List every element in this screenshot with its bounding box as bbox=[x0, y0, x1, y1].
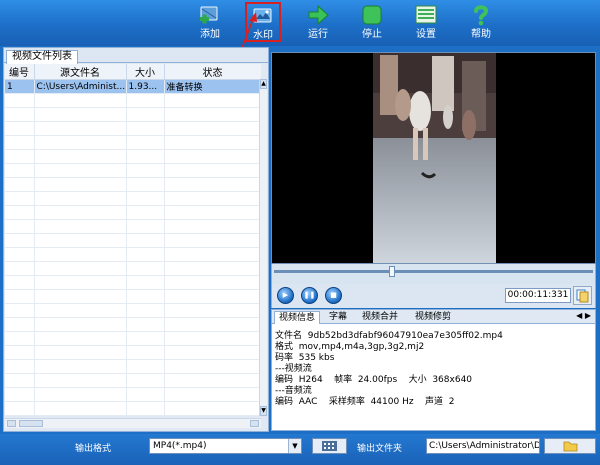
video-preview bbox=[271, 52, 596, 264]
seek-handle[interactable] bbox=[389, 266, 396, 277]
scroll-up-icon[interactable]: ▲ bbox=[260, 79, 267, 89]
snapshot-button[interactable] bbox=[573, 286, 592, 305]
bitrate-label: 码率 bbox=[275, 353, 294, 363]
empty-row bbox=[5, 149, 261, 164]
video-info-text: 文件名 9db52bd3dfabf96047910ea7e305ff02.mp4… bbox=[272, 324, 595, 408]
empty-row bbox=[5, 345, 261, 360]
format-value: mov,mp4,m4a,3gp,3g2,mj2 bbox=[298, 342, 425, 352]
empty-row bbox=[5, 233, 261, 248]
copy-icon bbox=[576, 289, 589, 303]
audio-stream-details: 编码 AAC 采样频率 44100 Hz 声道 2 bbox=[275, 397, 455, 407]
seek-bar[interactable] bbox=[271, 264, 596, 284]
audio-stream-heading: ---音频流 bbox=[275, 386, 312, 396]
folder-icon bbox=[563, 441, 578, 452]
empty-row bbox=[5, 289, 261, 304]
tab-subtitles[interactable]: 字幕 bbox=[325, 311, 351, 324]
scroll-thumb[interactable] bbox=[19, 420, 43, 427]
empty-row bbox=[5, 359, 261, 374]
empty-row bbox=[5, 107, 261, 122]
empty-row bbox=[5, 387, 261, 402]
browse-folder-button[interactable] bbox=[544, 438, 596, 454]
cell-index: 1 bbox=[5, 79, 35, 94]
chevron-down-icon[interactable]: ▼ bbox=[288, 439, 301, 453]
tab-video-info[interactable]: 视频信息 bbox=[274, 311, 321, 324]
output-format-label: 输出格式 bbox=[75, 444, 112, 454]
cell-filename: C:\Users\Administ... bbox=[34, 79, 127, 94]
cell-size: 1.93... bbox=[126, 79, 165, 94]
scroll-down-icon[interactable]: ▼ bbox=[260, 406, 267, 416]
table-row[interactable]: 1 C:\Users\Administ... 1.93... 准备转换 bbox=[5, 79, 261, 94]
output-bar: 输出格式 MP4(*.mp4) ▼ 输出文件夹 C:\Users\Adminis… bbox=[0, 434, 600, 465]
empty-row bbox=[5, 205, 261, 220]
format-settings-button[interactable] bbox=[312, 438, 347, 454]
info-panel: 视频信息 字幕 视频合并 视频修剪 ◀ ▶ 文件名 9db52bd3dfabf9… bbox=[271, 309, 596, 431]
output-format-select[interactable]: MP4(*.mp4) ▼ bbox=[149, 438, 302, 454]
filename-value: 9db52bd3dfabf96047910ea7e305ff02.mp4 bbox=[307, 331, 503, 341]
format-label: 格式 bbox=[275, 342, 294, 352]
output-format-value: MP4(*.mp4) bbox=[153, 441, 207, 451]
bitrate-value: 535 kbs bbox=[298, 353, 335, 363]
tab-video-trim[interactable]: 视频修剪 bbox=[411, 311, 455, 324]
filename-label: 文件名 bbox=[275, 331, 303, 341]
pause-icon[interactable]: ❚❚ bbox=[301, 287, 318, 304]
output-folder-input[interactable]: C:\Users\Administrator\De bbox=[426, 438, 540, 454]
empty-row bbox=[5, 219, 261, 234]
empty-row bbox=[5, 163, 261, 178]
empty-row bbox=[5, 275, 261, 290]
tab-video-file-list[interactable]: 视频文件列表 bbox=[6, 50, 78, 64]
empty-row bbox=[5, 401, 261, 416]
column-header-size[interactable]: 大小 bbox=[126, 64, 165, 80]
file-list-panel: 视频文件列表 编号 源文件名 大小 状态 1 C:\Users\Administ… bbox=[3, 47, 269, 432]
scroll-right-icon[interactable] bbox=[250, 420, 259, 427]
column-header-filename[interactable]: 源文件名 bbox=[34, 64, 127, 80]
empty-row bbox=[5, 177, 261, 192]
film-icon bbox=[322, 441, 337, 451]
stop-playback-icon[interactable]: ■ bbox=[325, 287, 342, 304]
seek-track bbox=[274, 270, 593, 273]
empty-row bbox=[5, 247, 261, 262]
vertical-scrollbar[interactable]: ▲ ▼ bbox=[259, 79, 267, 416]
video-stream-details: 编码 H264 帧率 24.00fps 大小 368x640 bbox=[275, 375, 473, 385]
output-folder-label: 输出文件夹 bbox=[357, 444, 403, 454]
empty-row bbox=[5, 261, 261, 276]
column-header-status[interactable]: 状态 bbox=[164, 64, 261, 80]
playback-controls: ▶ ❚❚ ■ 00:00:11:331 bbox=[271, 284, 596, 308]
empty-row bbox=[5, 121, 261, 136]
time-display: 00:00:11:331 bbox=[505, 288, 571, 303]
empty-row bbox=[5, 191, 261, 206]
tab-video-merge[interactable]: 视频合并 bbox=[358, 311, 402, 324]
file-list-table: 编号 源文件名 大小 状态 1 C:\Users\Administ... 1.9… bbox=[5, 64, 261, 416]
empty-row bbox=[5, 331, 261, 346]
cell-status: 准备转换 bbox=[164, 79, 261, 94]
empty-row bbox=[5, 93, 261, 108]
column-header-index[interactable]: 编号 bbox=[5, 64, 35, 80]
play-icon[interactable]: ▶ bbox=[277, 287, 294, 304]
scroll-left-icon[interactable] bbox=[7, 420, 16, 427]
video-stream-heading: ---视频流 bbox=[275, 364, 312, 374]
empty-row bbox=[5, 303, 261, 318]
video-frame bbox=[373, 53, 496, 263]
tab-nav-arrows-icon[interactable]: ◀ ▶ bbox=[576, 311, 591, 320]
horizontal-scrollbar[interactable] bbox=[5, 418, 261, 428]
empty-row bbox=[5, 373, 261, 388]
empty-row bbox=[5, 317, 261, 332]
empty-row bbox=[5, 135, 261, 150]
